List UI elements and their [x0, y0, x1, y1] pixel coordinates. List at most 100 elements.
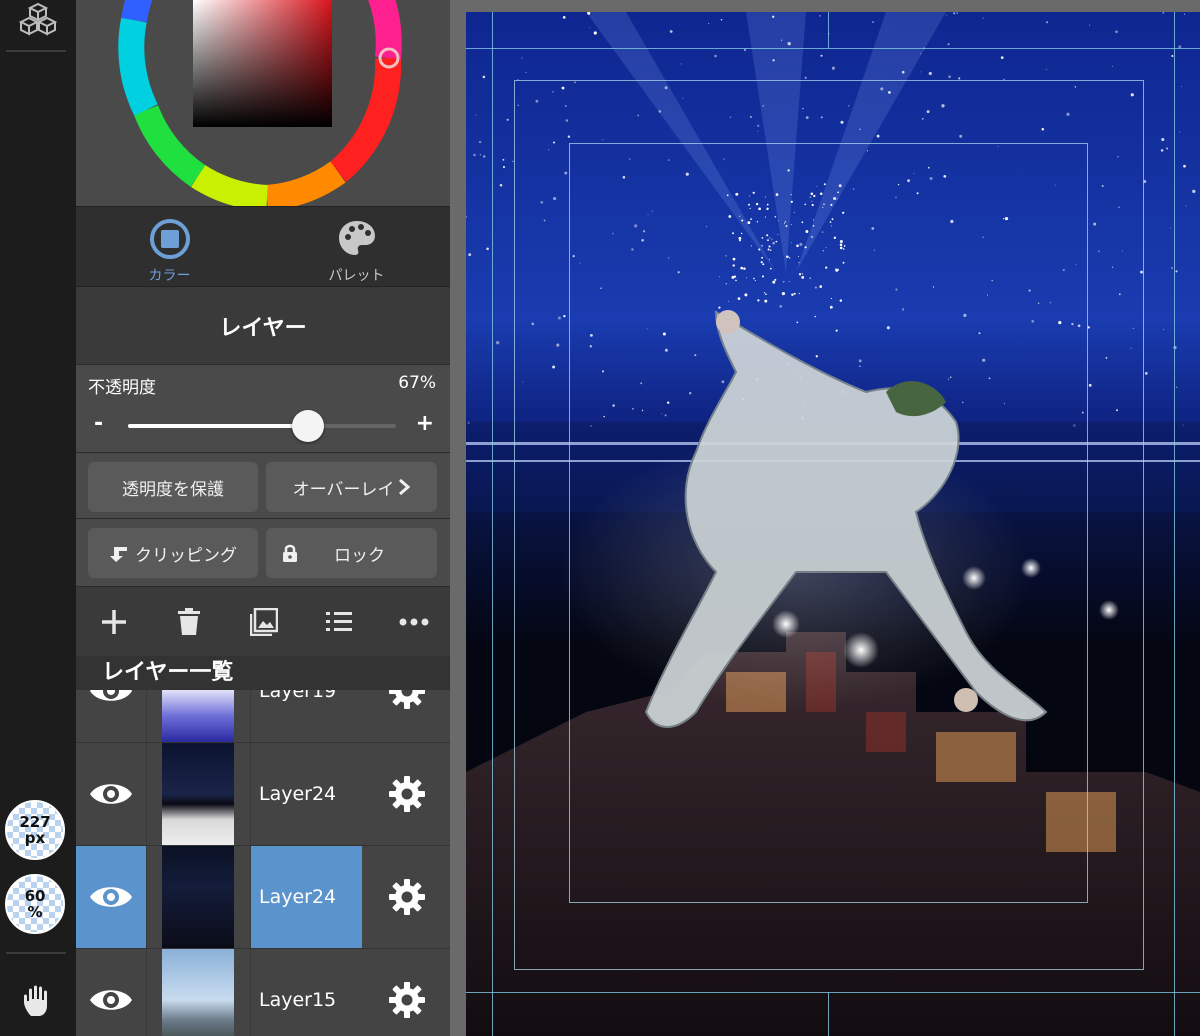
star-dot	[1171, 267, 1173, 269]
star-dot	[720, 18, 723, 21]
protect-alpha-button[interactable]: 透明度を保護	[88, 462, 258, 512]
layer-row[interactable]: Layer15	[76, 949, 450, 1036]
guide-line	[466, 48, 1200, 49]
star-dot	[1144, 372, 1148, 375]
star-dot	[1000, 56, 1004, 60]
star-dot	[1175, 386, 1178, 388]
star-dot	[1166, 147, 1169, 150]
blend-mode-button[interactable]: オーバーレイ	[266, 462, 437, 512]
palette-icon	[338, 221, 375, 255]
more-options-button[interactable]	[376, 587, 450, 657]
panel-title: レイヤー	[76, 286, 450, 365]
star-dot	[479, 154, 481, 156]
materials-icon[interactable]	[0, 2, 76, 38]
star-dot	[820, 54, 823, 57]
tab-palette[interactable]: パレット	[263, 207, 450, 287]
add-layer-button[interactable]	[76, 587, 151, 657]
layer-settings-button[interactable]	[372, 846, 442, 948]
star-dot	[1169, 227, 1171, 229]
tab-color[interactable]: カラー	[76, 207, 263, 287]
layer-opacity-section: 不透明度 67% - +	[76, 364, 450, 453]
layer-actions-bar	[76, 586, 450, 657]
opacity-value: 67%	[398, 373, 436, 393]
star-dot	[1160, 149, 1164, 152]
brush-opacity-button[interactable]: 60 %	[5, 874, 65, 934]
star-dot	[920, 71, 922, 73]
artwork-canvas[interactable]	[466, 12, 1200, 1036]
lock-button[interactable]: ロック	[266, 528, 437, 578]
brush-size-value: 227	[19, 813, 51, 831]
eye-icon	[90, 887, 132, 907]
star-dot	[831, 66, 835, 70]
safe-frame	[569, 143, 1088, 903]
rail-divider	[6, 50, 66, 52]
star-dot	[714, 54, 717, 58]
rail-divider	[6, 952, 66, 954]
star-dot	[1185, 205, 1187, 207]
star-dot	[920, 53, 922, 55]
gear-icon	[389, 982, 425, 1018]
clipping-button[interactable]: クリッピング	[88, 528, 258, 578]
layer-list-button[interactable]	[301, 587, 376, 657]
star-dot	[804, 76, 807, 79]
star-dot	[486, 247, 489, 251]
star-dot	[772, 15, 775, 18]
side-panel: カラー パレット レイヤー 不透明度 67% - + 透明度を保護 オーバーレイ…	[76, 0, 450, 1036]
opacity-increase-button[interactable]: +	[416, 411, 434, 436]
hand-tool-icon[interactable]	[0, 982, 76, 1018]
eye-icon	[90, 990, 132, 1010]
eye-icon	[90, 690, 132, 701]
guide-line	[828, 12, 829, 48]
layer-settings-button[interactable]	[372, 743, 442, 845]
star-dot	[502, 158, 505, 161]
delete-layer-button[interactable]	[151, 587, 226, 657]
gear-icon	[389, 879, 425, 915]
layer-row[interactable]: Layer24	[76, 743, 450, 846]
star-dot	[589, 27, 591, 29]
tab-palette-label: パレット	[328, 268, 385, 284]
layer-image-button[interactable]	[226, 587, 301, 657]
star-dot	[680, 63, 682, 65]
star-dot	[982, 17, 984, 19]
star-dot	[953, 12, 956, 15]
star-dot	[787, 42, 791, 46]
gear-icon	[389, 690, 425, 709]
opacity-slider[interactable]	[128, 410, 396, 442]
star-dot	[478, 140, 482, 144]
color-tabs: カラー パレット	[76, 206, 450, 287]
more-dots-icon	[399, 618, 428, 626]
layer-row-selected[interactable]: Layer24	[76, 846, 450, 949]
color-picker[interactable]	[76, 0, 450, 206]
star-dot	[506, 118, 509, 121]
visibility-toggle[interactable]	[76, 690, 147, 742]
star-dot	[468, 253, 472, 256]
layer-thumbnail	[162, 690, 234, 742]
layer-settings-button[interactable]	[372, 949, 442, 1036]
opacity-slider-thumb[interactable]	[291, 410, 324, 442]
opacity-decrease-button[interactable]: -	[94, 411, 103, 436]
star-dot	[1175, 270, 1178, 273]
layer-settings-button[interactable]	[372, 690, 442, 742]
star-dot	[947, 43, 950, 46]
visibility-toggle[interactable]	[76, 846, 147, 948]
lock-icon	[283, 544, 297, 562]
star-dot	[743, 48, 747, 52]
guide-line	[492, 12, 493, 1036]
star-dot	[948, 75, 951, 78]
star-dot	[593, 31, 597, 35]
star-dot	[521, 57, 523, 59]
star-dot	[669, 30, 673, 33]
brush-opacity-value: 60	[24, 887, 46, 905]
saturation-value-square[interactable]	[193, 0, 332, 127]
gear-icon	[389, 776, 425, 812]
visibility-toggle[interactable]	[76, 949, 147, 1036]
clipping-arrow-icon	[110, 547, 127, 562]
layer-row[interactable]: Layer19	[76, 690, 450, 743]
star-dot	[1184, 13, 1186, 15]
star-dot	[781, 39, 783, 41]
brush-size-button[interactable]: 227 px	[5, 800, 65, 860]
star-dot	[1192, 189, 1196, 194]
visibility-toggle[interactable]	[76, 743, 147, 845]
protect-alpha-label: 透明度を保護	[122, 479, 224, 500]
star-dot	[483, 155, 486, 158]
